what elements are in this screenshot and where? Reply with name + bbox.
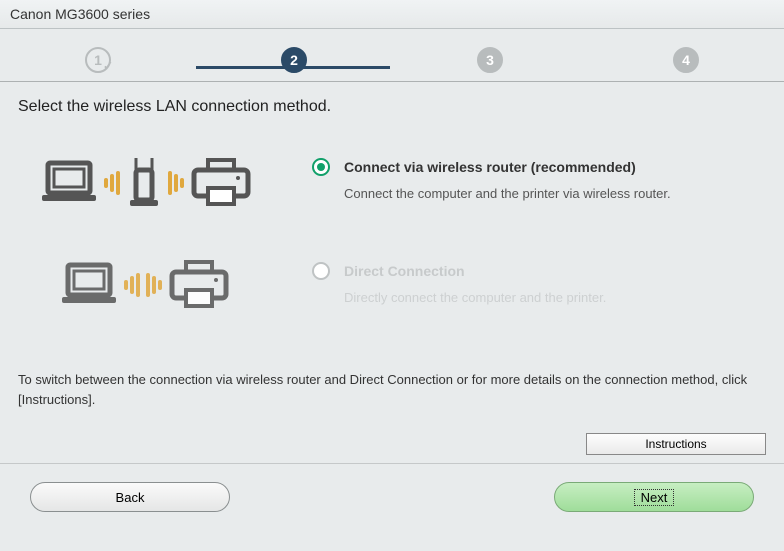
next-button-label: Next <box>634 489 675 506</box>
step-4: 4 <box>673 47 699 73</box>
option-wireless-router[interactable]: Connect via wireless router (recommended… <box>40 156 754 210</box>
footer-nav: Back Next <box>0 463 784 526</box>
wifi-icon <box>146 273 162 297</box>
option-title: Connect via wireless router (recommended… <box>344 159 636 175</box>
wifi-icon <box>104 171 120 195</box>
wifi-icon <box>168 171 184 195</box>
option-description: Directly connect the computer and the pr… <box>312 290 754 305</box>
window-title: Canon MG3600 series <box>10 6 150 22</box>
connection-options: Connect via wireless router (recommended… <box>0 116 784 370</box>
radio-wireless-router[interactable] <box>312 158 330 176</box>
option-description: Connect the computer and the printer via… <box>312 186 754 201</box>
router-option-graphic <box>40 156 290 210</box>
router-icon <box>126 156 162 210</box>
step-3: 3 <box>477 47 503 73</box>
step-indicator: 1 2 3 4 <box>0 29 784 82</box>
page-heading: Select the wireless LAN connection metho… <box>0 82 784 116</box>
step-2: 2 <box>281 47 307 73</box>
instruction-hint: To switch between the connection via wir… <box>0 370 784 409</box>
radio-direct-connection <box>312 262 330 280</box>
active-step-underline <box>196 66 390 69</box>
wifi-icon <box>124 273 140 297</box>
printer-icon <box>168 260 230 310</box>
next-button[interactable]: Next <box>554 482 754 512</box>
instructions-button[interactable]: Instructions <box>586 433 766 455</box>
laptop-icon <box>60 261 118 309</box>
back-button[interactable]: Back <box>30 482 230 512</box>
window-titlebar: Canon MG3600 series <box>0 0 784 29</box>
option-title: Direct Connection <box>344 263 465 279</box>
direct-option-graphic <box>40 260 290 310</box>
printer-icon <box>190 158 252 208</box>
laptop-icon <box>40 159 98 207</box>
step-1: 1 <box>85 47 111 73</box>
option-direct-connection: Direct Connection Directly connect the c… <box>40 260 754 310</box>
